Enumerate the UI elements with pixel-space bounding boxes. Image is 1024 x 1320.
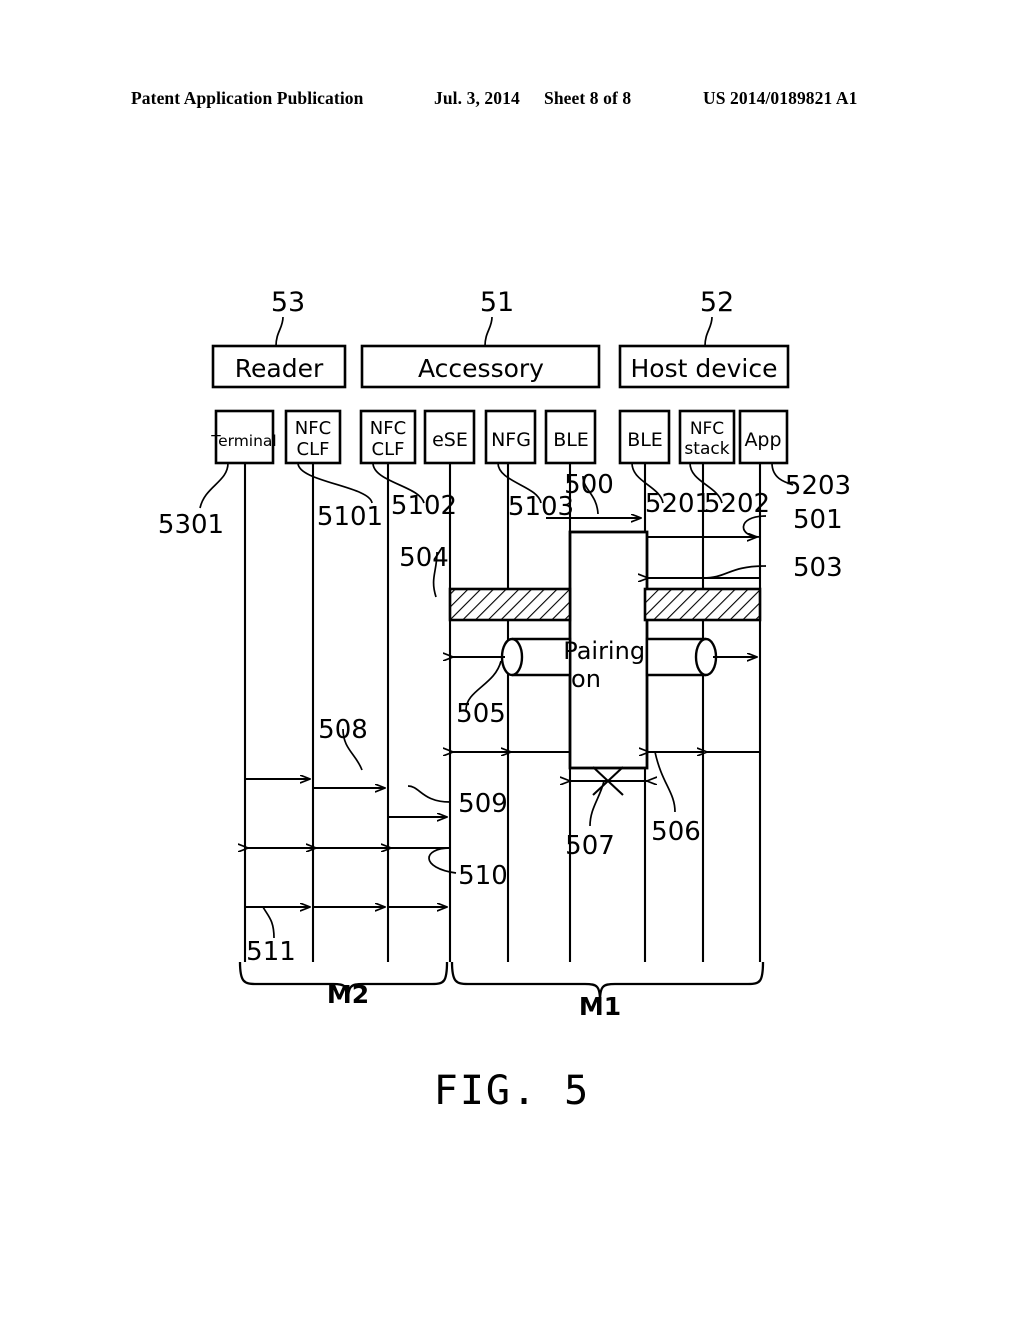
leader-51 (484, 316, 493, 347)
leader-511 (262, 906, 275, 939)
label-nfg: NFG (491, 429, 531, 451)
hatched-bar-host (643, 587, 762, 622)
ref-5202: 5202 (704, 489, 770, 519)
label-ble-accessory: BLE (553, 429, 589, 451)
ref-504: 504 (399, 543, 449, 573)
leader-5301 (199, 462, 229, 509)
label-app: App (744, 429, 781, 451)
label-terminal: Terminal (210, 432, 277, 450)
leader-52 (704, 316, 713, 347)
label-host-device: Host device (631, 354, 778, 383)
cylinder-505-host (645, 637, 718, 677)
ref-5301: 5301 (158, 510, 224, 540)
ref-506: 506 (651, 817, 701, 847)
leader-501 (742, 515, 767, 538)
ref-500: 500 (564, 470, 614, 500)
pairing-line-1: Pairing (563, 637, 645, 665)
leader-5101 (297, 462, 373, 504)
ref-5101: 5101 (317, 502, 383, 532)
figure-caption: FIG. 5 (433, 1068, 591, 1114)
label-nfc-clf-accessory: NFC CLF (370, 418, 406, 460)
ref-510: 510 (458, 861, 508, 891)
ref-5203: 5203 (785, 471, 851, 501)
leader-503 (702, 565, 767, 579)
ref-5201: 5201 (645, 489, 711, 519)
ref-508: 508 (318, 715, 368, 745)
ref-507: 507 (565, 831, 615, 861)
ref-52: 52 (700, 287, 734, 318)
brace-label-m2: M2 (327, 980, 369, 1009)
label-nfc-stack: NFC stack (684, 419, 729, 459)
leader-506 (654, 751, 676, 813)
ref-501: 501 (793, 505, 843, 535)
label-ese: eSE (432, 429, 468, 451)
brace-label-m1: M1 (579, 992, 621, 1021)
leader-509 (407, 785, 451, 803)
pairing-line-2: on (571, 665, 601, 693)
label-ble-host: BLE (627, 429, 663, 451)
ref-511: 511 (246, 937, 296, 967)
leader-510 (428, 847, 457, 874)
label-accessory: Accessory (418, 354, 544, 383)
leader-53 (275, 316, 284, 347)
ref-5102: 5102 (391, 491, 457, 521)
label-nfc-clf-reader: NFC CLF (295, 418, 331, 460)
figure-5-drawing: 53 51 52 Reader Accessory Host device Te… (0, 0, 1024, 1320)
hatched-bar-accessory (448, 587, 572, 622)
ref-51: 51 (480, 287, 514, 318)
ref-509: 509 (458, 789, 508, 819)
ref-53: 53 (271, 287, 305, 318)
cylinder-505-accessory (500, 637, 572, 677)
ref-505: 505 (456, 699, 506, 729)
ref-503: 503 (793, 553, 843, 583)
label-reader: Reader (235, 354, 324, 383)
